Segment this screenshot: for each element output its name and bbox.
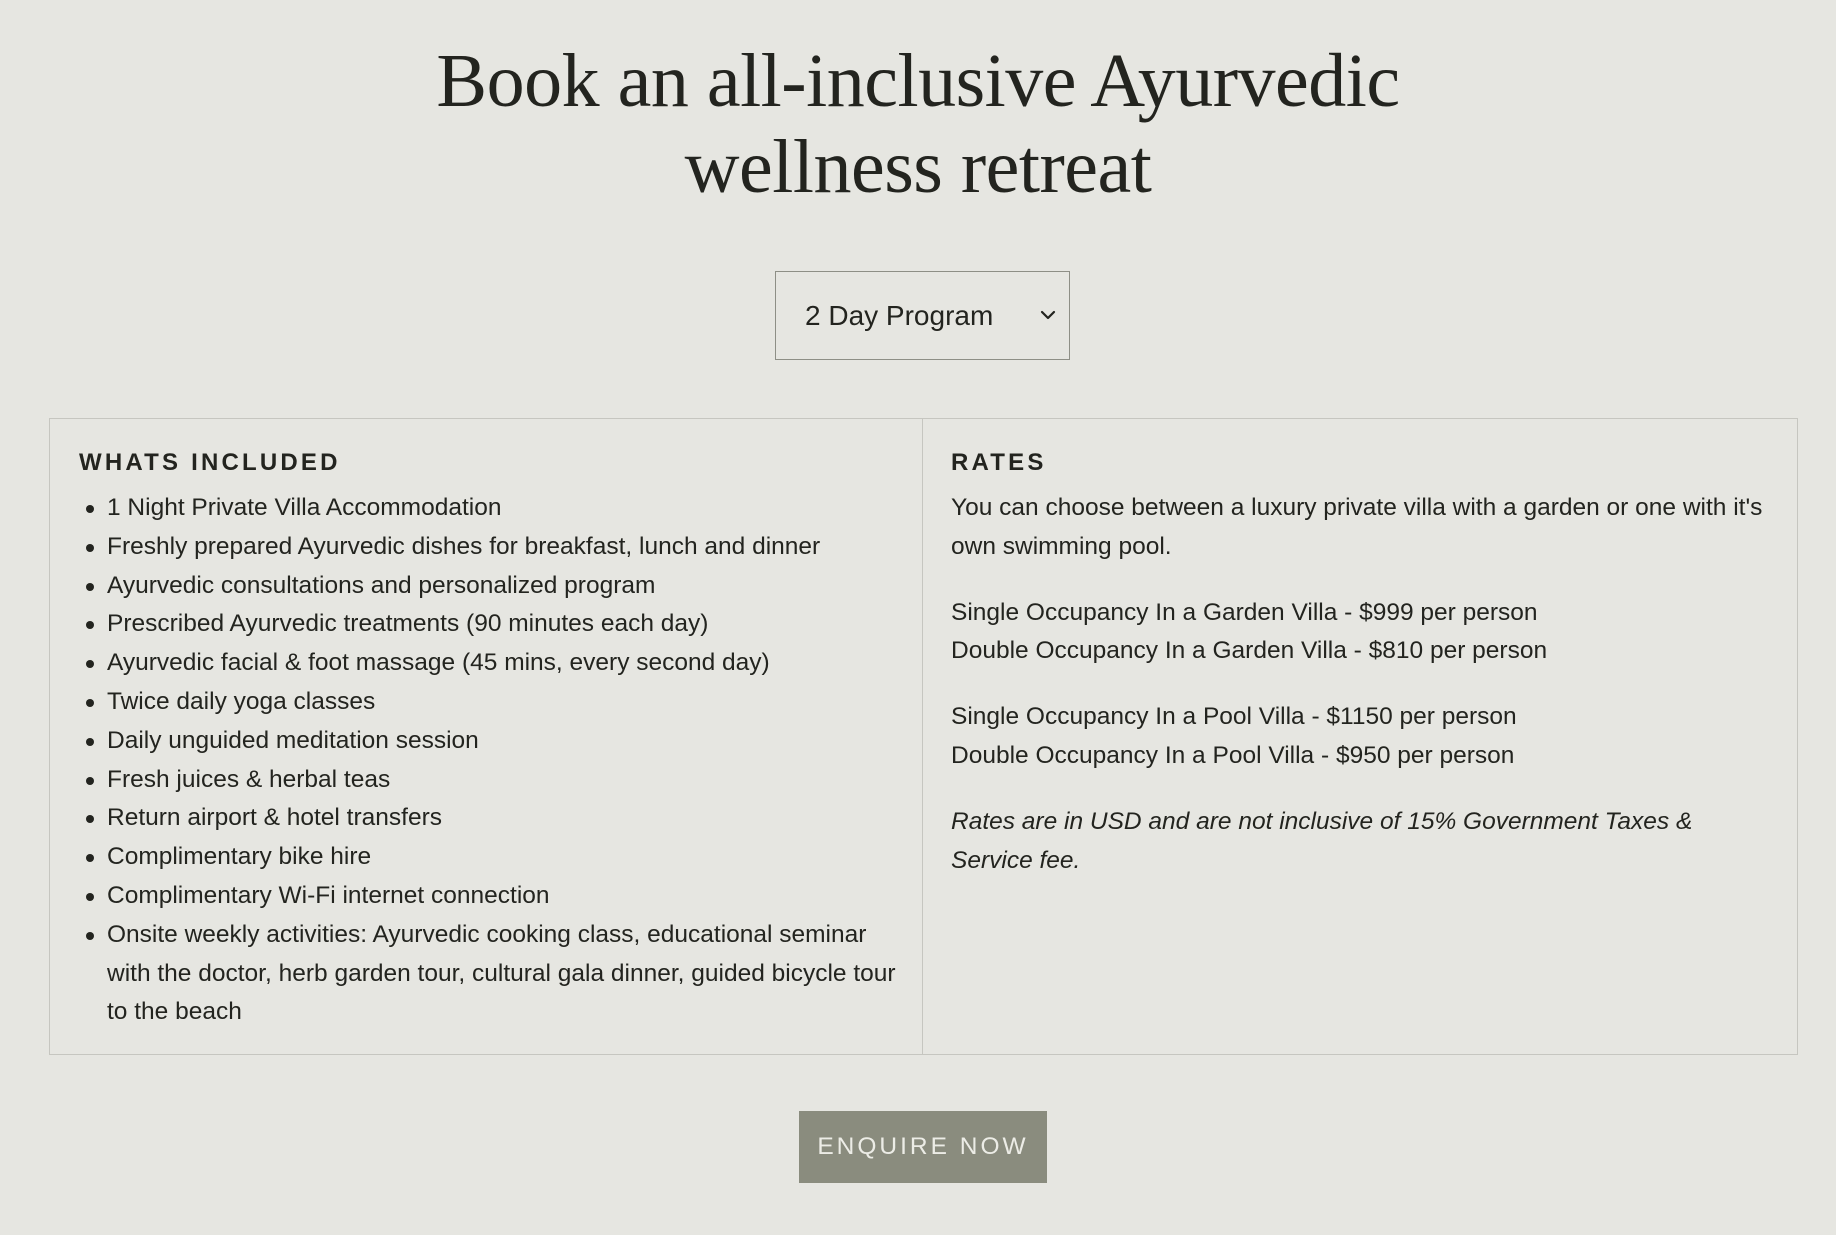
bullet-icon xyxy=(86,815,94,824)
included-list-item: Complimentary bike hire xyxy=(79,838,902,877)
included-list-item: 1 Night Private Villa Accommodation xyxy=(79,489,902,528)
page-title-line-2: wellness retreat xyxy=(684,125,1152,209)
included-item-text: Ayurvedic facial & foot massage (45 mins… xyxy=(107,649,770,677)
program-details-panel: WHATS INCLUDED 1 Night Private Villa Acc… xyxy=(49,418,1798,1055)
rates-heading: RATES xyxy=(951,449,1047,476)
garden-single-rate: Single Occupancy In a Garden Villa - $99… xyxy=(951,598,1538,626)
rates-intro: You can choose between a luxury private … xyxy=(951,494,1763,560)
garden-villa-rates: Single Occupancy In a Garden Villa - $99… xyxy=(951,594,1767,672)
included-item-text: Twice daily yoga classes xyxy=(107,687,376,715)
included-item-text: Complimentary bike hire xyxy=(107,843,372,871)
bullet-icon xyxy=(86,892,94,901)
included-list-item: Prescribed Ayurvedic treatments (90 minu… xyxy=(79,605,902,644)
bullet-icon xyxy=(86,505,94,513)
included-list-item: Onsite weekly activities: Ayurvedic cook… xyxy=(79,916,902,1032)
included-list-item: Ayurvedic facial & foot massage (45 mins… xyxy=(79,644,902,683)
enquire-now-button[interactable]: ENQUIRE NOW xyxy=(799,1111,1047,1183)
included-list-item: Fresh juices & herbal teas xyxy=(79,761,902,800)
included-item-text: Complimentary Wi-Fi internet connection xyxy=(107,881,550,909)
included-item-text: Daily unguided meditation session xyxy=(107,726,479,754)
included-item-text: Ayurvedic consultations and personalized… xyxy=(107,571,656,599)
whats-included-column: WHATS INCLUDED 1 Night Private Villa Acc… xyxy=(50,419,923,1054)
included-item-text: Onsite weekly activities: Ayurvedic cook… xyxy=(107,920,896,1026)
page-title-line-1: Book an all-inclusive Ayurvedic xyxy=(436,39,1400,123)
bullet-icon xyxy=(86,776,94,785)
bullet-icon xyxy=(86,737,94,746)
included-item-text: Return airport & hotel transfers xyxy=(107,804,442,832)
included-list-item: Twice daily yoga classes xyxy=(79,683,902,722)
program-select-value: 2 Day Program xyxy=(805,299,994,331)
bullet-icon xyxy=(86,543,94,552)
included-list-item: Ayurvedic consultations and personalized… xyxy=(79,567,902,606)
bullet-icon xyxy=(86,660,94,669)
included-item-text: 1 Night Private Villa Accommodation xyxy=(107,494,502,521)
bullet-icon xyxy=(86,621,94,630)
bullet-icon xyxy=(86,854,94,863)
included-item-text: Freshly prepared Ayurvedic dishes for br… xyxy=(107,532,821,560)
bullet-icon xyxy=(86,698,94,707)
included-item-text: Fresh juices & herbal teas xyxy=(107,765,391,793)
included-list: 1 Night Private Villa Accommodation Fresh… xyxy=(79,489,902,1032)
pool-double-rate: Double Occupancy In a Pool Villa - $950 … xyxy=(951,741,1515,769)
rates-note: Rates are in USD and are not inclusive o… xyxy=(951,807,1693,874)
bullet-icon xyxy=(86,582,94,591)
pool-villa-rates: Single Occupancy In a Pool Villa - $1150… xyxy=(951,698,1767,776)
garden-double-rate: Double Occupancy In a Garden Villa - $81… xyxy=(951,637,1548,665)
included-list-item: Return airport & hotel transfers xyxy=(79,799,902,838)
page-title: Book an all-inclusive Ayurvedic wellness… xyxy=(0,38,1836,210)
included-list-item: Daily unguided meditation session xyxy=(79,722,902,761)
program-select-dropdown[interactable]: 2 Day Program xyxy=(775,271,1070,360)
bullet-icon xyxy=(86,931,94,940)
included-list-item: Freshly prepared Ayurvedic dishes for br… xyxy=(79,528,902,567)
whats-included-heading: WHATS INCLUDED xyxy=(79,449,341,476)
rates-column: RATES You can choose between a luxury pr… xyxy=(923,419,1797,1054)
chevron-down-icon xyxy=(1040,310,1056,320)
included-list-item: Complimentary Wi-Fi internet connection xyxy=(79,877,902,916)
included-item-text: Prescribed Ayurvedic treatments (90 minu… xyxy=(107,610,709,638)
pool-single-rate: Single Occupancy In a Pool Villa - $1150… xyxy=(951,703,1517,731)
